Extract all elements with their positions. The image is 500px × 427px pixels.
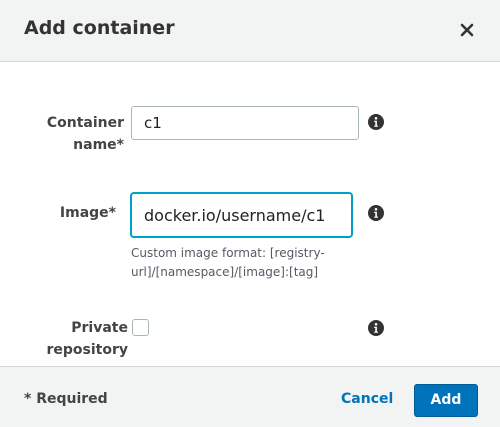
image-format-help-line1: Custom image format: [registry- [131, 246, 325, 260]
info-icon[interactable] [368, 320, 384, 336]
container-name-input[interactable] [131, 106, 359, 140]
dialog-header: Add container [0, 0, 500, 62]
dialog-title: Add container [24, 17, 175, 39]
private-repository-label-line2: repository [46, 342, 128, 358]
dialog-footer: * Required Cancel Add [0, 366, 500, 427]
container-name-label: Container name* [30, 112, 124, 156]
dialog-body: Container name* Image* Custom image form… [0, 62, 500, 366]
info-icon[interactable] [368, 114, 384, 130]
info-icon[interactable] [368, 205, 384, 221]
container-name-label-line1: Container [46, 115, 124, 131]
private-repository-label-line1: Private [71, 320, 128, 336]
private-repository-checkbox[interactable] [132, 319, 149, 336]
private-repository-label: Private repository [30, 317, 128, 361]
cancel-button[interactable]: Cancel [341, 391, 393, 407]
close-icon [460, 23, 474, 37]
add-button[interactable]: Add [414, 384, 478, 417]
required-note: * Required [24, 391, 108, 407]
close-button[interactable] [458, 21, 476, 39]
image-label: Image* [59, 205, 116, 221]
image-input[interactable] [131, 193, 352, 237]
image-format-help: Custom image format: [registry- url]/[na… [131, 244, 371, 282]
add-container-dialog: Add container Container name* Image* Cu [0, 0, 500, 427]
container-name-label-line2: name* [73, 137, 124, 153]
image-format-help-line2: url]/[namespace]/[image]:[tag] [131, 265, 319, 279]
